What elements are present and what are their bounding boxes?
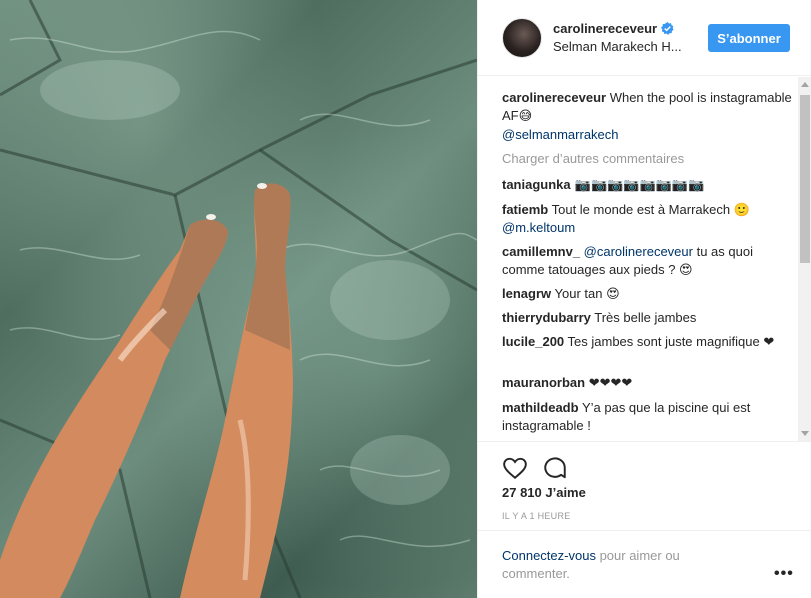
- comment-icon[interactable]: [542, 455, 568, 481]
- caption-username[interactable]: carolinereceveur: [502, 90, 606, 105]
- avatar[interactable]: [502, 18, 542, 58]
- list-item: taniagunka 📷📷📷📷📷📷📷📷: [502, 176, 792, 195]
- post-actions: [478, 441, 811, 491]
- comment-username[interactable]: fatiemb: [502, 202, 548, 217]
- post-details-panel: carolinereceveur Selman Marakech H... S’…: [477, 0, 811, 598]
- comment-text: ❤❤❤❤: [585, 375, 633, 390]
- list-item: mauranorban ❤❤❤❤: [502, 374, 792, 392]
- heart-icon[interactable]: [502, 455, 528, 481]
- photo-illustration: [0, 0, 477, 598]
- comment-username[interactable]: lucile_200: [502, 334, 564, 349]
- more-options-icon[interactable]: •••: [774, 565, 794, 583]
- caption-emoji: 😅: [518, 109, 533, 124]
- comment-username[interactable]: thierrydubarry: [502, 310, 591, 325]
- comment-mention[interactable]: @m.keltoum: [502, 220, 575, 235]
- post-timestamp[interactable]: IL Y A 1 HEURE: [502, 511, 571, 521]
- post-photo[interactable]: [0, 0, 477, 598]
- comment-username[interactable]: mauranorban: [502, 375, 585, 390]
- caption-mention[interactable]: @selmanmarrakech: [502, 127, 619, 142]
- scroll-down-arrow-icon[interactable]: [801, 431, 809, 436]
- list-item: lucile_200 Tes jambes sont juste magnifi…: [502, 333, 792, 351]
- list-item: mathildeadb Y’a pas que la piscine qui e…: [502, 399, 792, 435]
- scroll-thumb[interactable]: [800, 95, 810, 263]
- comment-username[interactable]: taniagunka: [502, 177, 571, 192]
- list-item: lenagrw Your tan 😍: [502, 285, 792, 303]
- comment-username[interactable]: lenagrw: [502, 286, 551, 301]
- login-link[interactable]: Connectez-vous: [502, 548, 596, 563]
- list-item: camillemnv_ @carolinereceveur tu as quoi…: [502, 243, 792, 279]
- comment-text: Tes jambes sont juste magnifique ❤: [564, 334, 775, 349]
- comment-username[interactable]: mathildeadb: [502, 400, 579, 415]
- verified-badge-icon: [661, 22, 674, 35]
- comment-text: Très belle jambes: [590, 310, 697, 325]
- caption: carolinereceveur When the pool is instag…: [502, 89, 792, 144]
- load-more-comments-link[interactable]: Charger d’autres commentaires: [502, 151, 684, 166]
- comments-scrollbar[interactable]: [798, 77, 811, 441]
- author-username[interactable]: carolinereceveur: [553, 21, 657, 36]
- comment-mention[interactable]: @carolinereceveur: [584, 244, 693, 259]
- likes-count[interactable]: 27 810 J’aime: [502, 485, 586, 500]
- post-header: carolinereceveur Selman Marakech H... S’…: [478, 0, 811, 76]
- comment-username[interactable]: camillemnv_: [502, 244, 580, 259]
- follow-button[interactable]: S’abonner: [708, 24, 790, 52]
- login-prompt: Connectez-vous pour aimer ou commenter. …: [478, 530, 811, 598]
- login-prompt-text: Connectez-vous pour aimer ou commenter.: [502, 547, 722, 583]
- author-line: carolinereceveur: [553, 21, 674, 36]
- post-location[interactable]: Selman Marakech H...: [553, 39, 682, 54]
- comment-text: Your tan 😍: [551, 286, 620, 301]
- comment-text: Tout le monde est à Marrakech 🙂: [548, 202, 750, 217]
- comment-text: 📷📷📷📷📷📷📷📷: [570, 178, 705, 193]
- scroll-up-arrow-icon[interactable]: [801, 82, 809, 87]
- comments-list: carolinereceveur When the pool is instag…: [478, 77, 811, 441]
- list-item: thierrydubarry Très belle jambes: [502, 309, 792, 327]
- list-item: fatiemb Tout le monde est à Marrakech 🙂 …: [502, 201, 792, 237]
